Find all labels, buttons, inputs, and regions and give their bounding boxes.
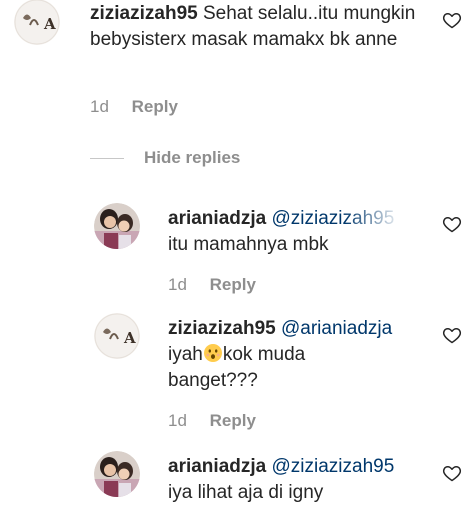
svg-text:A: A <box>43 15 56 33</box>
reply-mention-link[interactable]: @ziziazizah95 <box>272 208 395 229</box>
reply-meta: 1d Reply <box>168 411 256 431</box>
reply-button[interactable]: Reply <box>132 97 178 116</box>
reply-button[interactable]: Reply <box>210 275 256 294</box>
like-heart-icon[interactable] <box>442 463 462 483</box>
reply-mention-link[interactable]: @arianiadzja <box>281 318 392 339</box>
hide-replies-button[interactable]: Hide replies <box>90 146 240 170</box>
like-heart-icon[interactable] <box>442 325 462 345</box>
avatar[interactable]: A <box>14 0 60 45</box>
astonished-face-icon <box>203 343 223 363</box>
avatar-photo-icon <box>94 203 140 249</box>
reply-text: itu mamahnya mbk <box>168 234 329 255</box>
avatar-letter-a-icon: A <box>94 313 140 359</box>
hide-replies-divider <box>90 157 124 159</box>
reply-username[interactable]: arianiadzja <box>168 456 266 477</box>
like-heart-icon[interactable] <box>442 10 462 30</box>
avatar[interactable]: A <box>94 313 140 359</box>
reply-meta: 1d Reply <box>168 275 256 295</box>
reply-time: 1d <box>168 411 187 430</box>
reply-text: iya lihat aja di igny <box>168 482 324 503</box>
comment-username[interactable]: ziziazizah95 <box>90 3 198 24</box>
reply-text: iyah <box>168 344 203 365</box>
comment-time: 1d <box>90 97 109 116</box>
reply-time: 1d <box>168 275 187 294</box>
comment-meta: 1d Reply <box>90 97 178 117</box>
reply-username[interactable]: arianiadzja <box>168 208 266 229</box>
reply-mention-link[interactable]: @ziziazizah95 <box>272 456 395 477</box>
avatar-photo-icon <box>94 451 140 497</box>
avatar[interactable] <box>94 451 140 497</box>
avatar[interactable] <box>94 203 140 249</box>
avatar-letter-a-icon: A <box>14 0 60 45</box>
like-heart-icon[interactable] <box>442 214 462 234</box>
reply-username[interactable]: ziziazizah95 <box>168 318 276 339</box>
reply-button[interactable]: Reply <box>210 411 256 430</box>
svg-text:A: A <box>123 329 136 347</box>
hide-replies-label: Hide replies <box>144 148 241 167</box>
